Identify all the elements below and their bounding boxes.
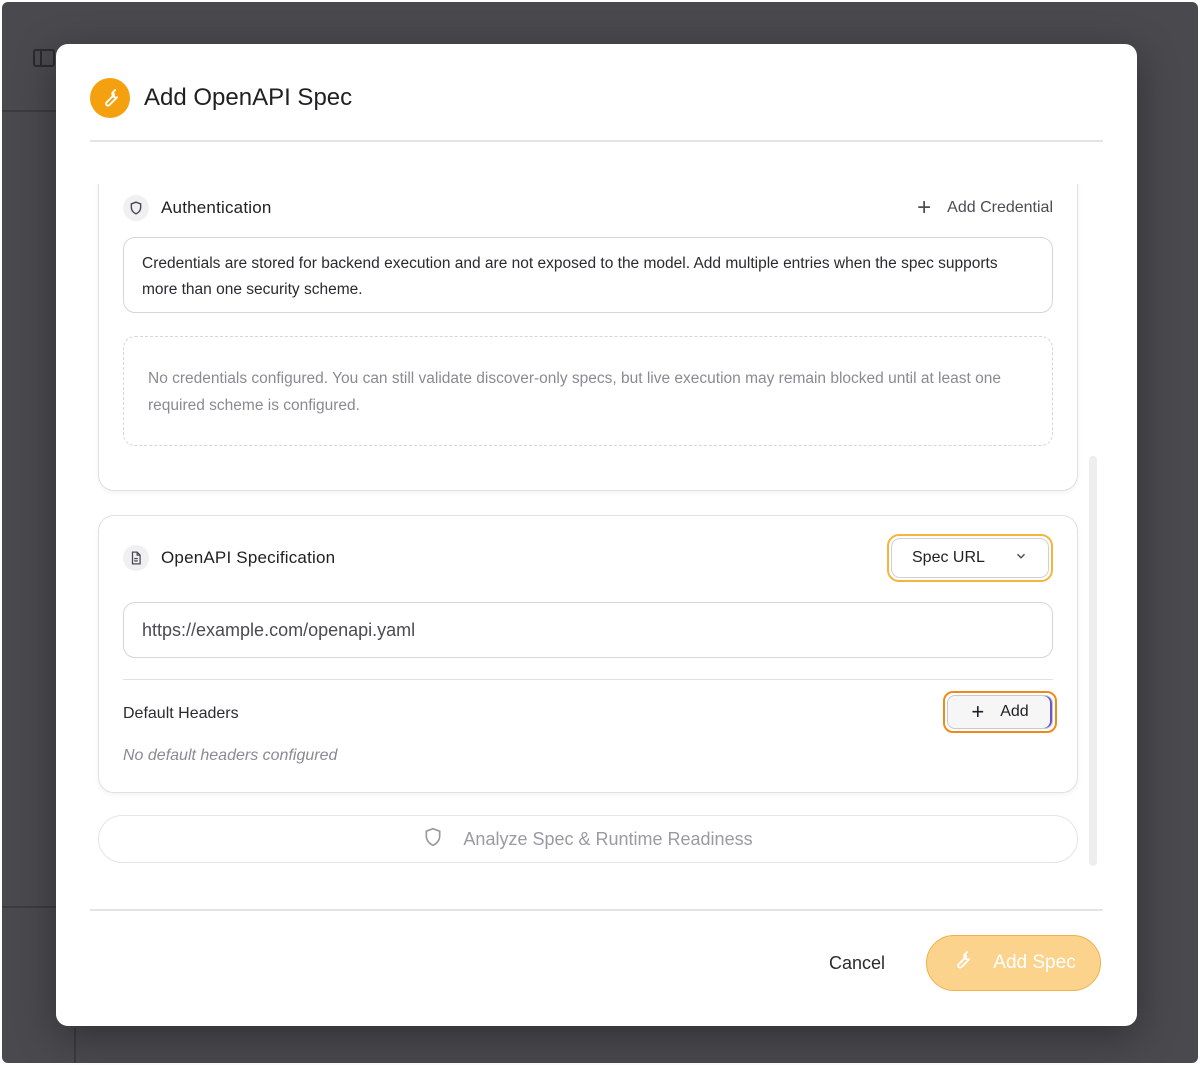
credentials-info-text: Credentials are stored for backend execu… [123,237,1053,313]
spec-source-select-focus-ring: Spec URL [887,534,1053,582]
no-credentials-message: No credentials configured. You can still… [123,336,1053,446]
footer-divider [90,909,1103,911]
analyze-spec-label: Analyze Spec & Runtime Readiness [463,828,753,849]
backdrop-divider [2,110,58,112]
sidebar-toggle-icon [32,46,56,76]
default-headers-empty: No default headers configured [123,747,338,764]
shield-icon [423,827,443,852]
add-header-label: Add [1000,703,1029,720]
header-divider [90,140,1103,142]
add-spec-button[interactable]: Add Spec [926,935,1101,991]
backdrop-divider [2,906,58,908]
wrench-icon [951,949,973,977]
spec-source-selected: Spec URL [912,549,985,566]
dialog-header: Add OpenAPI Spec [90,78,1103,142]
add-spec-label: Add Spec [993,952,1076,973]
chevron-down-icon [1014,549,1028,568]
authentication-title: Authentication [161,198,272,217]
analyze-spec-button[interactable]: Analyze Spec & Runtime Readiness [98,815,1078,863]
add-header-button[interactable]: + Add [947,695,1053,729]
authentication-card: Authentication + Add Credential Credenti… [98,184,1078,491]
cancel-button[interactable]: Cancel [806,937,908,989]
wrench-icon [90,78,130,118]
spec-url-input[interactable]: https://example.com/openapi.yaml [123,602,1053,658]
add-credential-label: Add Credential [947,199,1053,216]
backdrop-divider [74,1028,76,1063]
dialog-body[interactable]: Authentication + Add Credential Credenti… [90,184,1103,884]
dialog-title: Add OpenAPI Spec [144,84,353,111]
document-icon [123,545,149,571]
openapi-specification-card: OpenAPI Specification Spec URL https://e… [98,515,1078,793]
specification-title: OpenAPI Specification [161,548,336,567]
plus-icon: + [971,699,985,724]
specification-header: OpenAPI Specification Spec URL [123,534,1053,582]
add-credential-button[interactable]: + Add Credential [917,196,1053,220]
default-headers-label: Default Headers [123,705,239,722]
section-divider [123,679,1053,680]
authentication-header: Authentication + Add Credential [123,195,1053,221]
scrollbar[interactable] [1089,456,1097,866]
plus-icon: + [917,194,932,221]
add-header-focus-ring: + Add [943,691,1057,733]
add-openapi-spec-dialog: Add OpenAPI Spec Authentication + Add Cr… [56,44,1137,1026]
shield-icon [123,195,149,221]
spec-source-select[interactable]: Spec URL [891,538,1049,578]
